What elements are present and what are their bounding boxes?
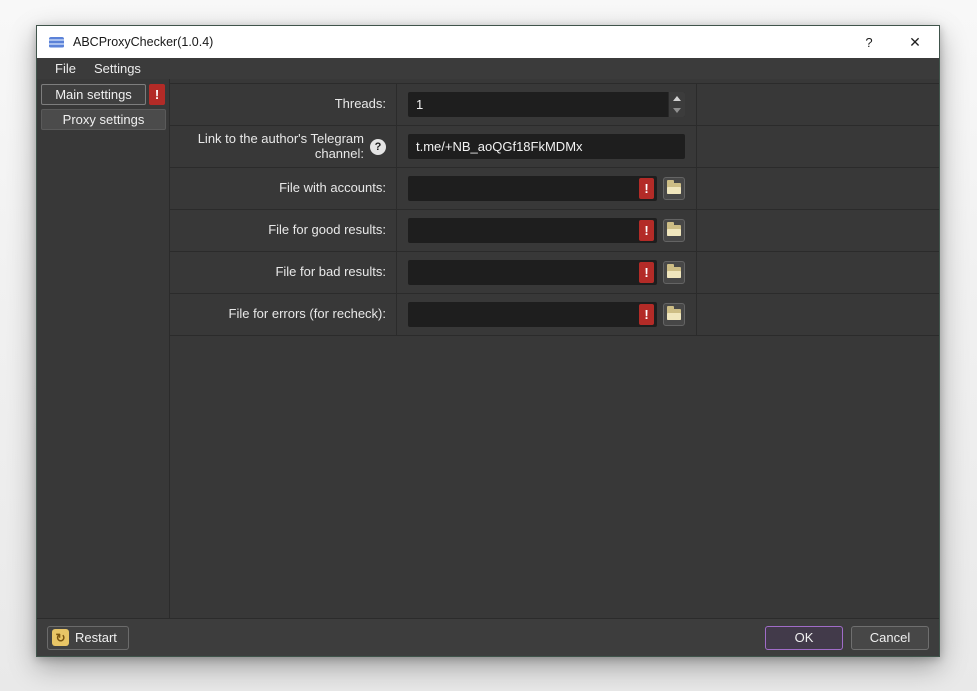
browse-file-button[interactable] xyxy=(663,303,685,326)
telegram-link-input[interactable]: t.me/+NB_aoQGf18FkMDMx xyxy=(408,134,685,159)
file-errors-label-cell: File for errors (for recheck): xyxy=(170,294,397,335)
empty-cell xyxy=(697,294,939,335)
empty-cell xyxy=(697,84,939,125)
menu-file[interactable]: File xyxy=(46,60,85,77)
threads-spinbox[interactable]: 1 xyxy=(408,92,685,117)
row-file-errors: File for errors (for recheck): ! xyxy=(170,294,939,336)
file-bad-label: File for bad results: xyxy=(275,265,386,280)
file-accounts-input[interactable]: ! xyxy=(408,176,657,201)
titlebar: ABCProxyChecker(1.0.4) ? ✕ xyxy=(37,26,939,58)
sidebar-row-main-settings: Main settings ! xyxy=(41,84,169,105)
spin-up-button[interactable] xyxy=(669,92,685,105)
browse-file-button[interactable] xyxy=(663,219,685,242)
folder-icon xyxy=(667,309,681,320)
folder-icon xyxy=(667,183,681,194)
row-threads: Threads: 1 xyxy=(170,84,939,126)
folder-icon xyxy=(667,267,681,278)
error-badge-icon: ! xyxy=(639,262,654,283)
empty-cell xyxy=(697,126,939,167)
empty-cell xyxy=(697,210,939,251)
chevron-down-icon xyxy=(673,108,681,113)
error-badge-icon: ! xyxy=(639,178,654,199)
threads-field-cell: 1 xyxy=(397,84,697,125)
file-good-label-cell: File for good results: xyxy=(170,210,397,251)
error-badge-icon: ! xyxy=(639,220,654,241)
error-badge-icon: ! xyxy=(639,304,654,325)
app-window: ABCProxyChecker(1.0.4) ? ✕ File Settings… xyxy=(36,25,940,657)
help-button[interactable]: ? xyxy=(853,28,885,56)
file-good-input[interactable]: ! xyxy=(408,218,657,243)
chevron-up-icon xyxy=(673,96,681,101)
browse-file-button[interactable] xyxy=(663,177,685,200)
telegram-label-cell: Link to the author's Telegram channel: ? xyxy=(170,126,397,167)
file-bad-input[interactable]: ! xyxy=(408,260,657,285)
empty-cell xyxy=(697,168,939,209)
folder-icon xyxy=(667,225,681,236)
restart-label: Restart xyxy=(75,630,117,645)
sidebar: Main settings ! Proxy settings xyxy=(37,79,170,618)
form-area: Threads: 1 xyxy=(170,79,939,618)
sidebar-row-proxy-settings: Proxy settings xyxy=(41,109,169,130)
file-errors-label: File for errors (for recheck): xyxy=(229,307,386,322)
file-bad-field-cell: ! xyxy=(397,252,697,293)
empty-cell xyxy=(697,252,939,293)
file-errors-input[interactable]: ! xyxy=(408,302,657,327)
file-accounts-field-cell: ! xyxy=(397,168,697,209)
threads-value[interactable]: 1 xyxy=(408,92,668,117)
footer-bar: ↻ Restart OK Cancel xyxy=(37,618,939,656)
restart-icon: ↻ xyxy=(52,629,69,646)
row-file-accounts: File with accounts: ! xyxy=(170,168,939,210)
file-accounts-label-cell: File with accounts: xyxy=(170,168,397,209)
file-bad-label-cell: File for bad results: xyxy=(170,252,397,293)
tab-main-settings[interactable]: Main settings xyxy=(41,84,146,105)
threads-label-cell: Threads: xyxy=(170,84,397,125)
tab-proxy-settings[interactable]: Proxy settings xyxy=(41,109,166,130)
file-good-label: File for good results: xyxy=(268,223,386,238)
file-accounts-label: File with accounts: xyxy=(279,181,386,196)
telegram-label: Link to the author's Telegram channel: xyxy=(170,132,364,162)
row-file-bad: File for bad results: ! xyxy=(170,252,939,294)
menubar: File Settings xyxy=(37,58,939,79)
spin-down-button[interactable] xyxy=(669,105,685,118)
error-badge-icon: ! xyxy=(149,84,165,105)
browse-file-button[interactable] xyxy=(663,261,685,284)
restart-button[interactable]: ↻ Restart xyxy=(47,626,129,650)
row-file-good: File for good results: ! xyxy=(170,210,939,252)
window-title: ABCProxyChecker(1.0.4) xyxy=(73,35,213,49)
question-circle-icon[interactable]: ? xyxy=(370,139,386,155)
menu-settings[interactable]: Settings xyxy=(85,60,150,77)
main-area: Main settings ! Proxy settings Threads: … xyxy=(37,79,939,618)
threads-spin-buttons xyxy=(668,92,685,117)
close-icon[interactable]: ✕ xyxy=(899,28,931,56)
file-errors-field-cell: ! xyxy=(397,294,697,335)
cancel-button[interactable]: Cancel xyxy=(851,626,929,650)
telegram-field-cell: t.me/+NB_aoQGf18FkMDMx xyxy=(397,126,697,167)
app-icon xyxy=(49,37,64,48)
row-telegram-link: Link to the author's Telegram channel: ?… xyxy=(170,126,939,168)
file-good-field-cell: ! xyxy=(397,210,697,251)
threads-label: Threads: xyxy=(335,97,386,112)
ok-button[interactable]: OK xyxy=(765,626,843,650)
form-grid: Threads: 1 xyxy=(170,83,939,336)
